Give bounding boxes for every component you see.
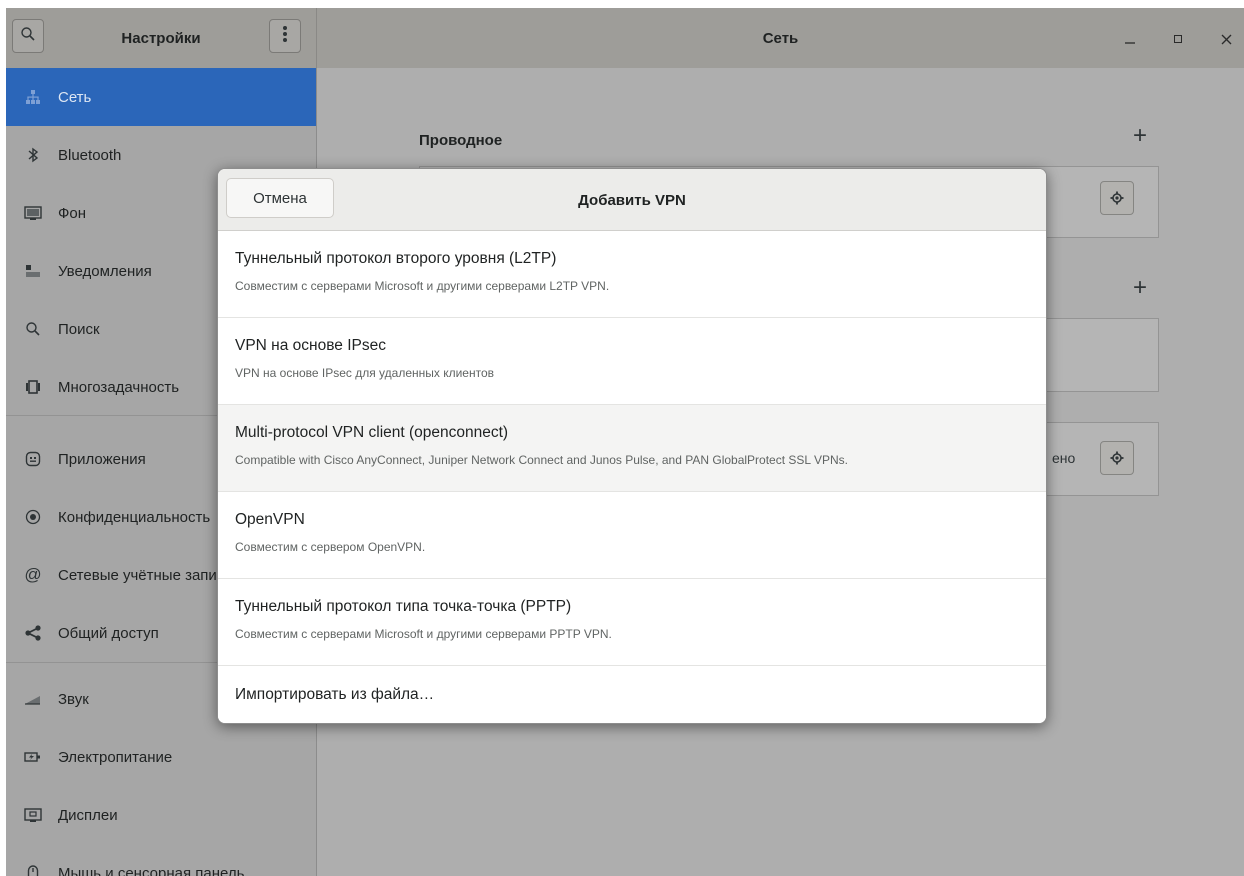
- vpn-option-l2tp[interactable]: Туннельный протокол второго уровня (L2TP…: [218, 231, 1046, 318]
- sharing-icon: [22, 625, 44, 641]
- sidebar-headerbar: Настройки: [6, 8, 317, 68]
- vpn-option-subtitle: VPN на основе IPsec для удаленных клиент…: [235, 366, 495, 380]
- sidebar-item-label: Сеть: [58, 88, 92, 106]
- vpn-option-subtitle: Совместим с серверами Microsoft и другим…: [235, 279, 610, 293]
- sidebar-item-label: Электропитание: [58, 748, 173, 766]
- vpn-option-title: VPN на основе IPsec: [235, 337, 386, 354]
- search-icon: [20, 26, 36, 47]
- sidebar-item-label: Уведомления: [58, 262, 152, 280]
- search-icon: [22, 321, 44, 337]
- menu-button[interactable]: [269, 19, 301, 53]
- sound-icon: [22, 692, 44, 706]
- vpn-option-title: Multi-protocol VPN client (openconnect): [235, 424, 509, 441]
- main-headerbar: Сеть: [317, 8, 1244, 68]
- sidebar-item-label: Сетевые учётные записи: [58, 566, 233, 584]
- vpn-option-subtitle: Compatible with Cisco AnyConnect, Junipe…: [235, 453, 848, 467]
- vpn-option-title: OpenVPN: [235, 511, 305, 528]
- add-vpn-button[interactable]: +: [1133, 274, 1147, 302]
- online-accounts-icon: @: [24, 565, 42, 584]
- close-icon: [1221, 34, 1231, 44]
- gear-icon: [1110, 191, 1124, 205]
- mouse-icon: [22, 865, 44, 876]
- vpn-option-pptp[interactable]: Туннельный протокол типа точка-точка (PP…: [218, 579, 1046, 666]
- sidebar-item-label: Фон: [58, 204, 87, 222]
- vpn-option-title: Туннельный протокол типа точка-точка (PP…: [235, 598, 572, 615]
- vpn-option-openconnect[interactable]: Multi-protocol VPN client (openconnect) …: [218, 405, 1046, 492]
- plus-icon: +: [1133, 122, 1148, 149]
- notifications-icon: [22, 264, 44, 278]
- maximize-icon: [1174, 35, 1182, 43]
- import-label: Импортировать из файла…: [235, 686, 435, 703]
- kebab-menu-icon: [282, 25, 288, 48]
- network-icon: [22, 89, 44, 105]
- vpn-option-openvpn[interactable]: OpenVPN Совместим с сервером OpenVPN.: [218, 492, 1046, 579]
- search-button[interactable]: [12, 19, 44, 53]
- import-from-file-option[interactable]: Импортировать из файла…: [218, 666, 1046, 723]
- privacy-icon: [22, 509, 44, 525]
- close-button[interactable]: [1217, 30, 1235, 48]
- sidebar-item-label: Многозадачность: [58, 378, 180, 396]
- sidebar-item-label: Мышь и сенсорная панель: [58, 864, 245, 876]
- cancel-button[interactable]: Отмена: [226, 178, 334, 218]
- sidebar-item-displays[interactable]: Дисплеи: [6, 786, 316, 844]
- wired-settings-button[interactable]: [1100, 181, 1134, 215]
- vpn-option-subtitle: Совместим с сервером OpenVPN.: [235, 540, 426, 554]
- sidebar-item-label: Конфиденциальность: [58, 508, 211, 526]
- sidebar-item-label: Звук: [58, 690, 89, 708]
- power-icon: [22, 750, 44, 764]
- vpn-option-ipsec[interactable]: VPN на основе IPsec VPN на основе IPsec …: [218, 318, 1046, 405]
- sidebar-item-label: Общий доступ: [58, 624, 159, 642]
- dialog-title: Добавить VPN: [578, 191, 686, 209]
- gear-icon: [1110, 451, 1124, 465]
- wired-section-title: Проводное: [419, 132, 503, 149]
- apps-icon: [22, 451, 44, 467]
- page-title: Сеть: [762, 29, 799, 47]
- sidebar-item-mouse[interactable]: Мышь и сенсорная панель: [6, 844, 316, 876]
- sidebar-item-label: Дисплеи: [58, 806, 118, 824]
- displays-icon: [22, 807, 44, 823]
- vpn-option-subtitle: Совместим с серверами Microsoft и другим…: [235, 627, 612, 641]
- dialog-header: Добавить VPN Отмена: [218, 169, 1046, 231]
- add-vpn-dialog: Добавить VPN Отмена Туннельный протокол …: [217, 168, 1047, 724]
- sidebar-item-label: Bluetooth: [58, 146, 122, 164]
- plus-icon: +: [1133, 274, 1148, 301]
- sidebar-item-network[interactable]: Сеть: [6, 68, 316, 126]
- minimize-icon: [1125, 42, 1135, 44]
- sidebar-item-label: Поиск: [58, 320, 100, 338]
- add-wired-button[interactable]: +: [1133, 122, 1147, 150]
- bluetooth-icon: [22, 147, 44, 163]
- maximize-button[interactable]: [1169, 30, 1187, 48]
- minimize-button[interactable]: [1121, 30, 1139, 48]
- sidebar-item-label: Приложения: [58, 450, 146, 468]
- sidebar-item-power[interactable]: Электропитание: [6, 728, 316, 786]
- proxy-status-text: ено: [1052, 450, 1076, 466]
- proxy-settings-button[interactable]: [1100, 441, 1134, 475]
- background-icon: [22, 205, 44, 221]
- sidebar-title: Настройки: [121, 29, 201, 47]
- multitasking-icon: [22, 379, 44, 395]
- vpn-option-title: Туннельный протокол второго уровня (L2TP…: [235, 250, 557, 267]
